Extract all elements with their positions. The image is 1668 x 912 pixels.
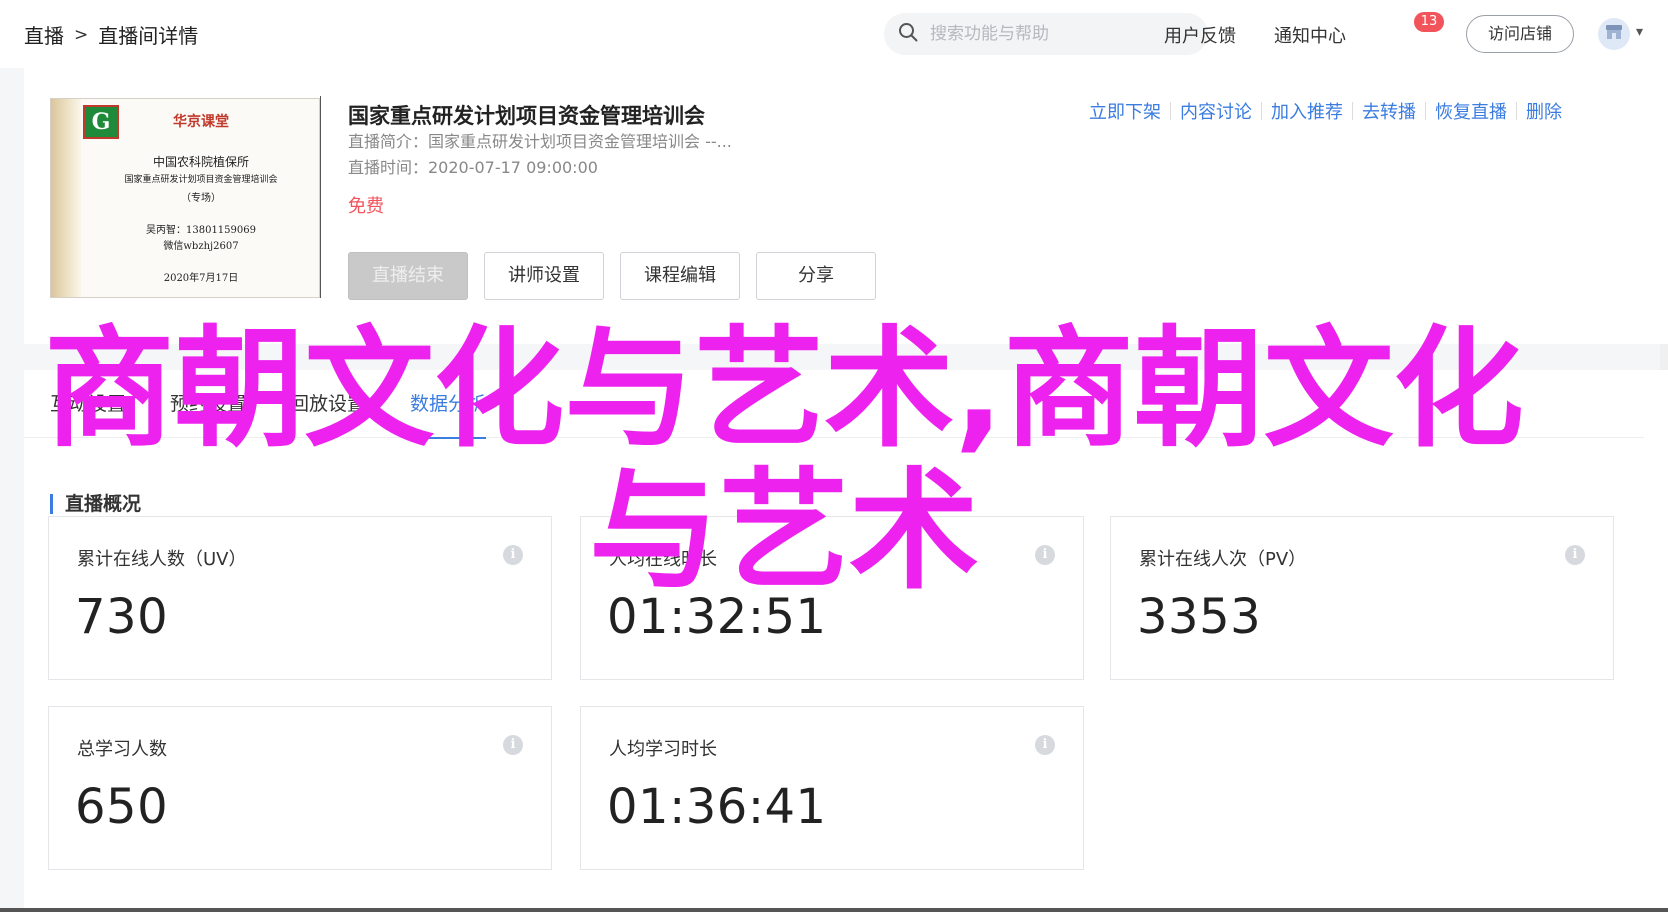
course-time: 直播时间：2020-07-17 09:00:00	[348, 158, 598, 177]
course-button-row: 直播结束 讲师设置 课程编辑 分享	[348, 252, 876, 300]
overview-title: 直播概况	[50, 494, 141, 514]
breadcrumb-item-live[interactable]: 直播	[24, 20, 64, 49]
data-panel: 互动设置 预约设置 回放设置 数据分析 直播概况 累计在线人数（UV） i 73…	[24, 370, 1668, 912]
visit-store-button[interactable]: 访问店铺	[1466, 15, 1574, 53]
end-live-button[interactable]: 直播结束	[348, 252, 468, 300]
bottom-border	[0, 908, 1668, 912]
course-action-links: 立即下架 内容讨论 加入推荐 去转播 恢复直播 删除	[1089, 98, 1562, 124]
cover-binding	[51, 99, 81, 297]
cover-contact: 吴丙智：13801159069	[146, 225, 256, 236]
search-input[interactable]	[930, 24, 1180, 44]
course-intro: 直播简介：国家重点研发计划项目资金管理培训会 --...	[348, 132, 732, 151]
store-icon	[1605, 24, 1623, 44]
divider	[1261, 102, 1262, 120]
stat-label: 总学习人数	[77, 739, 167, 760]
top-bar: 直播 > 直播间详情 用户反馈 通知中心 13 访问店铺 ▾	[0, 0, 1668, 68]
stat-card-avg-learning-time: 人均学习时长 i 01:36:41	[580, 706, 1084, 870]
teacher-settings-button[interactable]: 讲师设置	[484, 252, 604, 300]
notification-center-link[interactable]: 通知中心	[1274, 22, 1346, 48]
stat-label: 人均在线时长	[609, 549, 717, 570]
breadcrumb-separator: >	[74, 24, 89, 45]
tab-bar: 互动设置 预约设置 回放设置 数据分析	[24, 370, 1644, 439]
notification-badge: 13	[1414, 12, 1444, 32]
info-icon[interactable]: i	[1035, 545, 1055, 565]
course-price: 免费	[348, 196, 384, 217]
feedback-link[interactable]: 用户反馈	[1164, 22, 1236, 48]
stat-value: 730	[75, 589, 169, 645]
stat-card-total-learners: 总学习人数 i 650	[48, 706, 552, 870]
search-icon	[898, 22, 918, 46]
divider	[1352, 102, 1353, 120]
cover-program: 国家重点研发计划项目资金管理培训会	[124, 175, 278, 185]
tab-reservation-settings[interactable]: 预约设置	[170, 370, 246, 438]
stat-label: 累计在线人数（UV）	[77, 549, 247, 570]
cover-wechat: 微信wbzhj2607	[163, 241, 239, 252]
breadcrumb-item-current: 直播间详情	[98, 24, 199, 48]
chevron-down-icon[interactable]: ▾	[1636, 24, 1643, 40]
action-relay[interactable]: 去转播	[1362, 98, 1416, 124]
action-resume-live[interactable]: 恢复直播	[1435, 98, 1507, 124]
action-recommend[interactable]: 加入推荐	[1271, 98, 1343, 124]
course-edit-button[interactable]: 课程编辑	[620, 252, 740, 300]
stat-value: 01:36:41	[607, 779, 827, 835]
info-icon[interactable]: i	[503, 545, 523, 565]
divider	[1425, 102, 1426, 120]
cover-tag: （专场）	[181, 193, 221, 204]
cover-date: 2020年7月17日	[163, 273, 239, 284]
course-title: 国家重点研发计划项目资金管理培训会	[348, 104, 705, 128]
info-icon[interactable]: i	[1565, 545, 1585, 565]
info-icon[interactable]: i	[503, 735, 523, 755]
cover-org: 中国农科院植保所	[152, 155, 249, 169]
stat-card-pv: 累计在线人次（PV） i 3353	[1110, 516, 1614, 680]
tab-interaction-settings[interactable]: 互动设置	[50, 370, 126, 438]
breadcrumb: 直播 > 直播间详情	[24, 20, 198, 49]
divider	[1170, 102, 1171, 120]
stat-value: 01:32:51	[607, 589, 827, 645]
course-card: G 华京课堂 中国农科院植保所 国家重点研发计划项目资金管理培训会 （专场） 吴…	[24, 68, 1668, 344]
share-button[interactable]: 分享	[756, 252, 876, 300]
cover-brand: 华京课堂	[173, 114, 229, 130]
action-take-down[interactable]: 立即下架	[1089, 98, 1161, 124]
info-icon[interactable]: i	[1035, 735, 1055, 755]
stat-card-uv: 累计在线人数（UV） i 730	[48, 516, 552, 680]
stat-value: 650	[75, 779, 169, 835]
store-avatar[interactable]	[1598, 18, 1630, 50]
cover-divider	[320, 96, 321, 298]
action-delete[interactable]: 删除	[1526, 98, 1562, 124]
search-box[interactable]	[884, 13, 1208, 55]
stat-card-avg-online-time: 人均在线时长 i 01:32:51	[580, 516, 1084, 680]
divider	[1516, 102, 1517, 120]
stat-value: 3353	[1137, 589, 1262, 645]
tab-data-analysis[interactable]: 数据分析	[410, 370, 487, 439]
course-cover-image: G 华京课堂 中国农科院植保所 国家重点研发计划项目资金管理培训会 （专场） 吴…	[50, 98, 320, 298]
action-discussion[interactable]: 内容讨论	[1180, 98, 1252, 124]
stat-label: 人均学习时长	[609, 739, 717, 760]
stat-label: 累计在线人次（PV）	[1139, 549, 1307, 570]
tab-replay-settings[interactable]: 回放设置	[290, 370, 366, 438]
